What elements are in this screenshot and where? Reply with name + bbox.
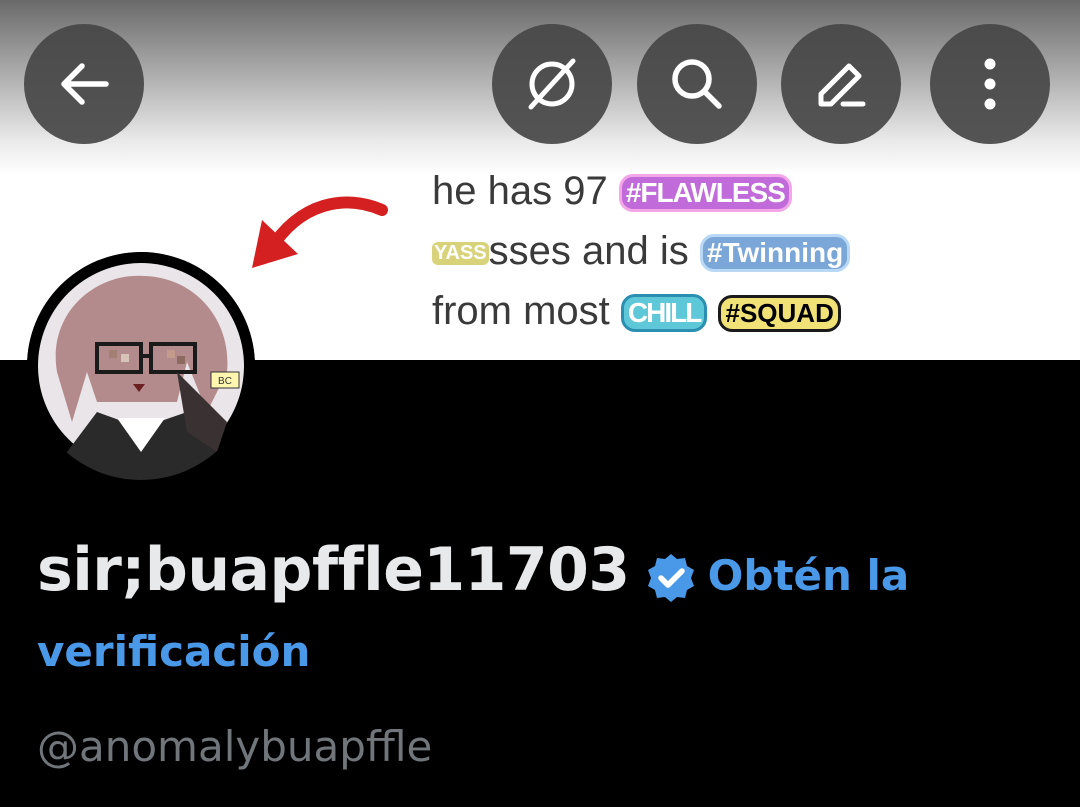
verified-badge-icon[interactable] (644, 551, 698, 609)
yass-sticker: YASS (432, 241, 489, 265)
avatar-image: BC (27, 252, 255, 480)
display-name-row: sir;buapffle11703 Obtén la (37, 530, 1057, 616)
banner-text-line-3: from most CHILL #SQUAD (432, 289, 841, 334)
get-verified-link-continued[interactable]: verificación (37, 612, 310, 692)
banner-text: he has 97 (432, 169, 608, 213)
hide-button[interactable] (492, 24, 612, 144)
banner-text-line-1: he has 97 #FLAWLESS (432, 169, 792, 214)
pencil-icon (818, 63, 866, 107)
edit-button[interactable] (781, 24, 901, 144)
banner-text: sses and is (488, 229, 689, 273)
flawless-sticker: #FLAWLESS (618, 174, 792, 213)
search-icon (672, 59, 722, 109)
back-button[interactable] (24, 24, 144, 144)
squad-sticker: #SQUAD (718, 294, 841, 332)
display-name: sir;buapffle11703 (37, 535, 630, 605)
eye-slash-icon (528, 58, 576, 110)
more-vertical-icon (984, 58, 996, 110)
get-verified-link[interactable]: Obtén la (708, 551, 910, 600)
profile-screen: he has 97 #FLAWLESS YASSsses and is #Twi… (0, 0, 1080, 807)
banner-text: from most (432, 289, 610, 333)
more-options-button[interactable] (930, 24, 1050, 144)
arrow-left-icon (61, 63, 109, 105)
avatar-badge: BC (218, 376, 232, 387)
banner-text-line-2: YASSsses and is #Twinning (432, 229, 851, 274)
red-arrow-icon (252, 196, 388, 268)
username-handle: @anomalybuapffle (37, 722, 433, 771)
chill-sticker: CHILL (620, 294, 708, 333)
avatar[interactable]: BC (27, 252, 255, 480)
twinning-sticker: #Twinning (699, 234, 851, 273)
search-button[interactable] (637, 24, 757, 144)
